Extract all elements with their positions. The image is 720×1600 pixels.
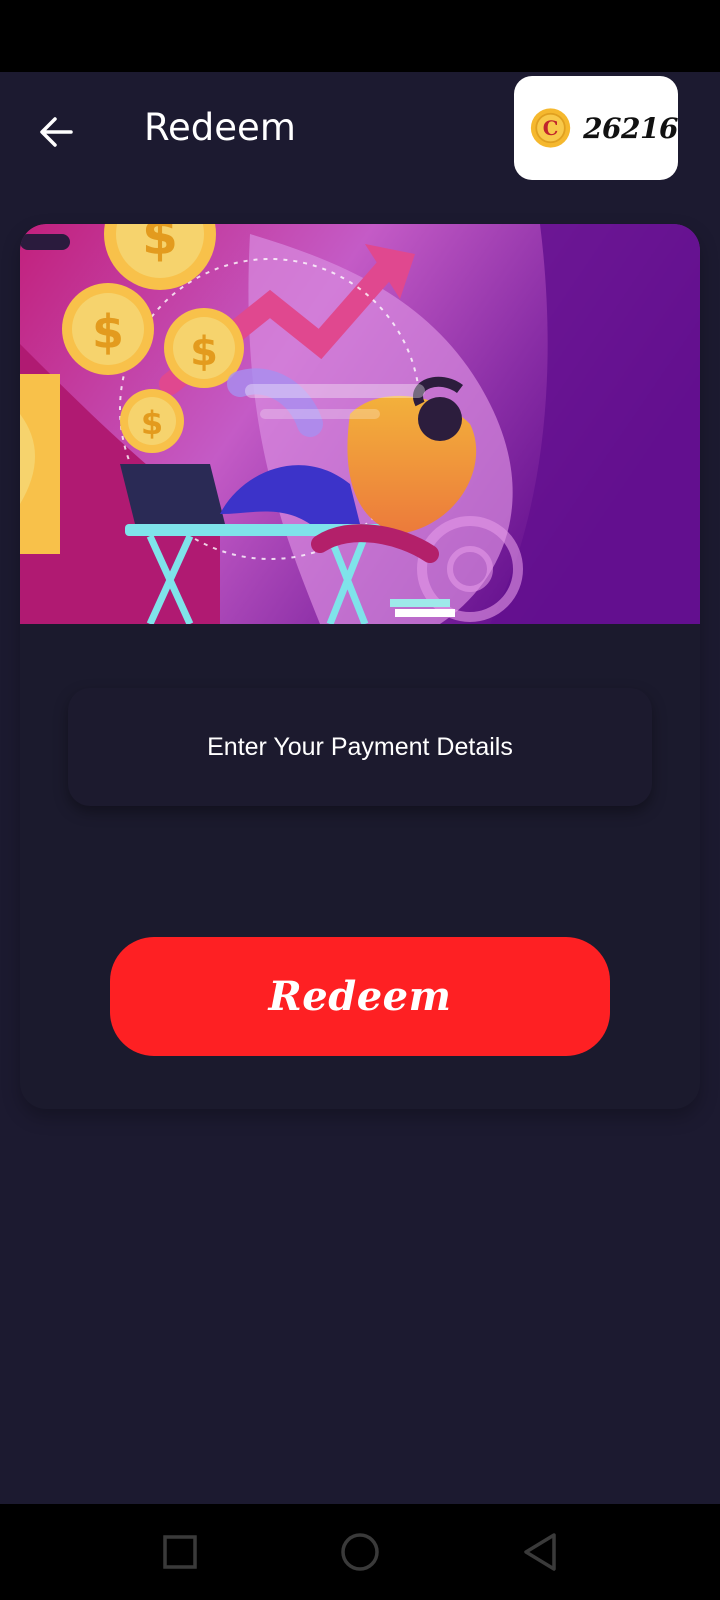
svg-text:$: $ xyxy=(141,404,163,442)
system-navigation-bar xyxy=(0,1504,720,1600)
recents-button[interactable] xyxy=(152,1524,208,1580)
coin-icon: C xyxy=(530,108,571,148)
redeem-button-label: Redeem xyxy=(268,973,452,1020)
arrow-left-icon xyxy=(40,117,73,147)
banner-illustration: $ $ $ $ xyxy=(20,224,700,624)
back-nav-button[interactable] xyxy=(512,1524,568,1580)
triangle-back-icon xyxy=(524,1533,556,1571)
coin-count: 26216 xyxy=(583,111,678,145)
redeem-button[interactable]: Redeem xyxy=(110,937,610,1056)
svg-text:$: $ xyxy=(142,224,178,267)
payment-details-label: Enter Your Payment Details xyxy=(207,732,513,761)
svg-text:$: $ xyxy=(190,329,218,375)
back-button[interactable] xyxy=(30,106,82,158)
circle-icon xyxy=(341,1533,379,1571)
svg-text:$: $ xyxy=(92,305,124,359)
svg-text:C: C xyxy=(543,117,559,140)
redeem-screen: Redeem C 26216 $ $ $ $ Enter Your Paymen… xyxy=(0,72,720,1504)
coin-balance[interactable]: C 26216 xyxy=(514,76,678,180)
square-icon xyxy=(163,1535,197,1569)
status-bar xyxy=(0,0,720,72)
home-button[interactable] xyxy=(332,1524,388,1580)
page-title: Redeem xyxy=(144,106,296,149)
payment-details-button[interactable]: Enter Your Payment Details xyxy=(68,688,652,806)
redeem-card: $ $ $ $ Enter Your Payment Details Redee… xyxy=(20,224,700,1109)
